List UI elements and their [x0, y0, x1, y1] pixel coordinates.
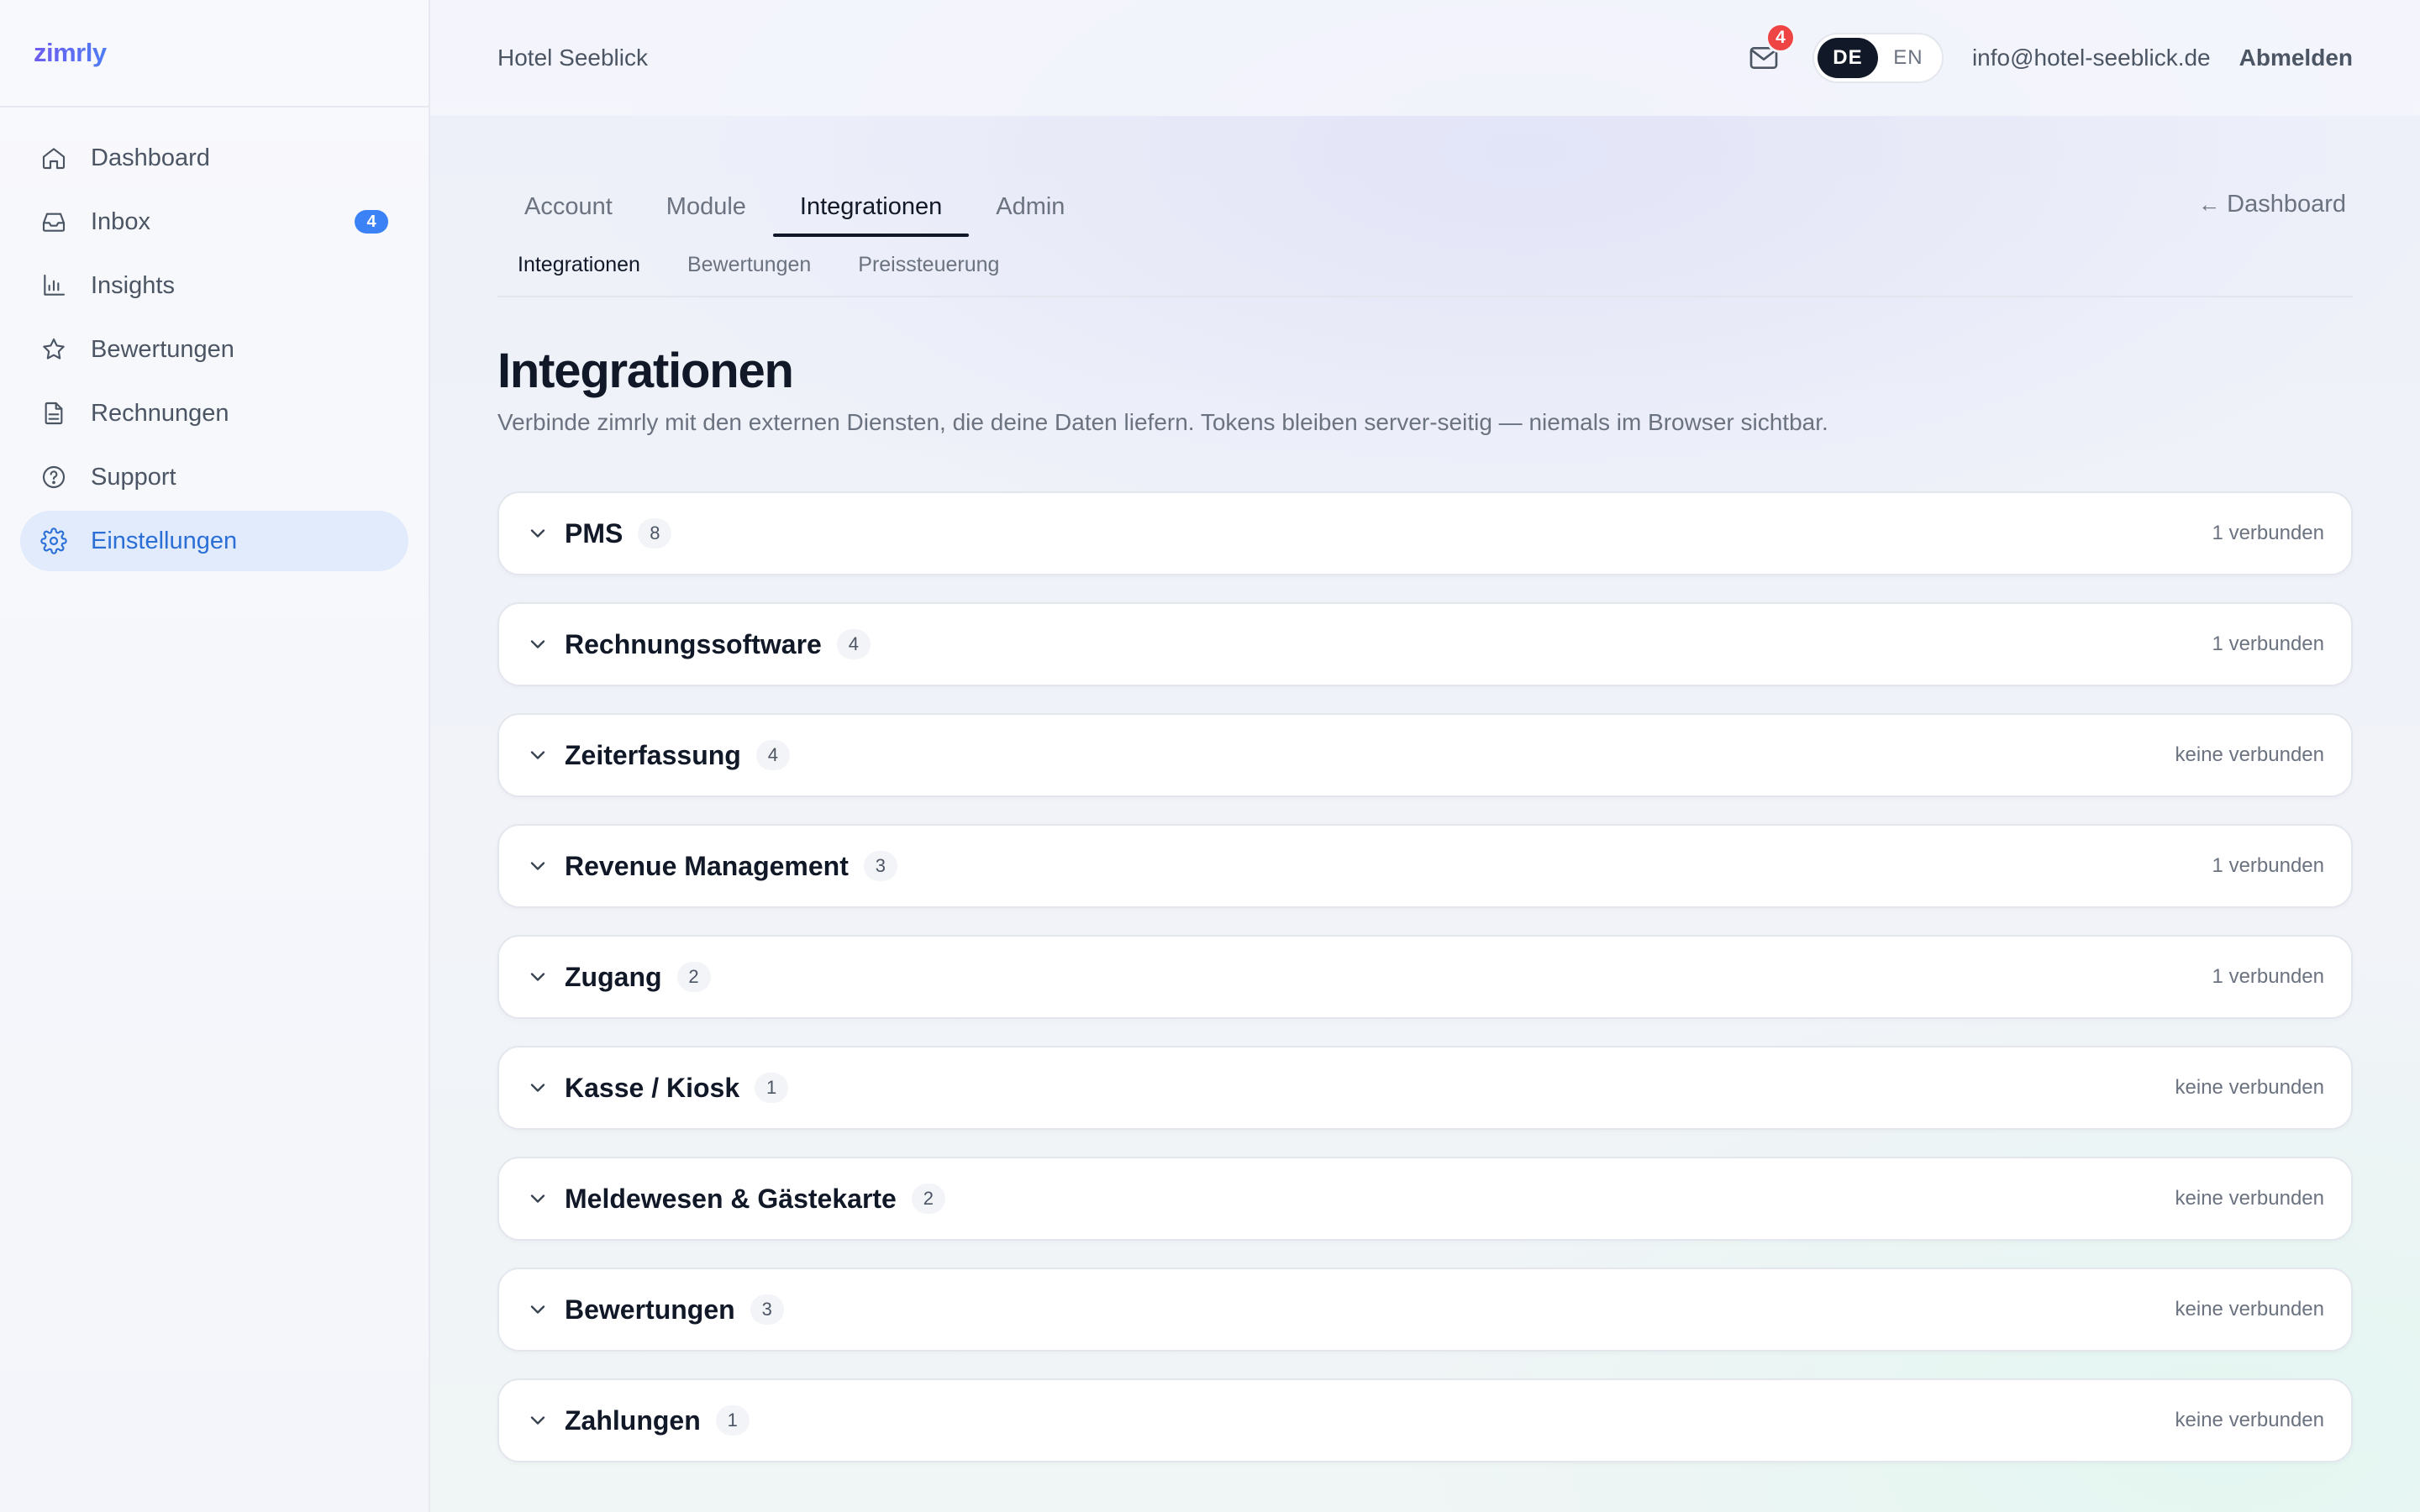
chevron-down-icon: [526, 1409, 550, 1432]
brand: zimrly: [0, 0, 429, 108]
settings-tabs: Account Module Integrationen Admin ← Das…: [497, 116, 2353, 237]
sidebar-item-label: Support: [91, 463, 176, 491]
group-name: Bewertungen: [565, 1294, 735, 1325]
integration-group-zahlungen[interactable]: Zahlungen 1 keine verbunden: [497, 1378, 2353, 1462]
integration-group-revenue-management[interactable]: Revenue Management 3 1 verbunden: [497, 824, 2353, 908]
logout-button[interactable]: Abmelden: [2239, 45, 2353, 71]
gear-icon: [40, 528, 67, 554]
sidebar-nav: Dashboard Inbox 4 Insights Bewertungen R…: [0, 108, 429, 595]
chevron-down-icon: [526, 633, 550, 656]
back-link-label: Dashboard: [2227, 191, 2346, 218]
group-name: Zugang: [565, 961, 662, 992]
sidebar-item-label: Rechnungen: [91, 399, 229, 427]
chevron-down-icon: [526, 1298, 550, 1321]
group-status: 1 verbunden: [2212, 633, 2324, 655]
group-count-badge: 1: [755, 1073, 789, 1103]
inbox-count-badge: 4: [355, 210, 388, 234]
group-status: keine verbunden: [2175, 1409, 2324, 1431]
arrow-left-icon: ←: [2198, 192, 2221, 217]
help-circle-icon: [40, 464, 67, 491]
group-name: Revenue Management: [565, 850, 849, 881]
tab-integrationen[interactable]: Integrationen: [772, 180, 970, 237]
main-area: Hotel Seeblick 4 DE EN info@hotel-seebli…: [430, 0, 2420, 1512]
subtab-bewertungen[interactable]: Bewertungen: [667, 241, 831, 288]
sidebar-item-einstellungen[interactable]: Einstellungen: [20, 511, 408, 571]
group-status: 1 verbunden: [2212, 965, 2324, 988]
app-root: zimrly Dashboard Inbox 4 Insights Bewert…: [0, 0, 2420, 1512]
notification-badge: 4: [1765, 23, 1796, 53]
document-icon: [40, 400, 67, 427]
subtab-preissteuerung[interactable]: Preissteuerung: [838, 241, 1019, 288]
bar-chart-icon: [40, 272, 67, 299]
integration-group-bewertungen[interactable]: Bewertungen 3 keine verbunden: [497, 1268, 2353, 1352]
sidebar-item-insights[interactable]: Insights: [20, 255, 408, 316]
hotel-name: Hotel Seeblick: [497, 45, 648, 71]
sidebar-item-label: Einstellungen: [91, 527, 238, 554]
group-status: keine verbunden: [2175, 1298, 2324, 1320]
group-status: 1 verbunden: [2212, 522, 2324, 544]
sidebar-item-bewertungen[interactable]: Bewertungen: [20, 319, 408, 380]
page-header: Integrationen Verbinde zimrly mit den ex…: [497, 297, 2353, 436]
brand-logo[interactable]: zimrly: [34, 38, 107, 68]
subtab-integrationen[interactable]: Integrationen: [497, 241, 660, 288]
page-title: Integrationen: [497, 344, 794, 398]
chevron-down-icon: [526, 965, 550, 989]
integration-groups: PMS 8 1 verbunden Rechnungssoftware 4 1 …: [497, 491, 2353, 1462]
integration-group-kasse-kiosk[interactable]: Kasse / Kiosk 1 keine verbunden: [497, 1046, 2353, 1130]
user-email: info@hotel-seeblick.de: [1971, 45, 2211, 71]
sidebar-item-inbox[interactable]: Inbox 4: [20, 192, 408, 252]
group-count-badge: 3: [750, 1294, 784, 1325]
sidebar-item-label: Inbox: [91, 207, 150, 235]
group-name: Rechnungssoftware: [565, 628, 822, 659]
group-count-badge: 1: [715, 1405, 750, 1436]
sidebar-item-dashboard[interactable]: Dashboard: [20, 128, 408, 188]
group-count-badge: 4: [755, 740, 790, 770]
chevron-down-icon: [526, 522, 550, 545]
integration-group-zeiterfassung[interactable]: Zeiterfassung 4 keine verbunden: [497, 713, 2353, 797]
subtabs: Integrationen Bewertungen Preissteuerung: [497, 234, 2353, 297]
language-option-en[interactable]: EN: [1878, 38, 1939, 78]
sidebar: zimrly Dashboard Inbox 4 Insights Bewert…: [0, 0, 430, 1512]
integration-group-meldewesen[interactable]: Meldewesen & Gästekarte 2 keine verbunde…: [497, 1157, 2353, 1241]
topbar: Hotel Seeblick 4 DE EN info@hotel-seebli…: [430, 0, 2420, 116]
integration-group-pms[interactable]: PMS 8 1 verbunden: [497, 491, 2353, 575]
group-count-badge: 2: [911, 1184, 945, 1214]
sidebar-item-support[interactable]: Support: [20, 447, 408, 507]
sidebar-item-label: Dashboard: [91, 144, 210, 171]
group-count-badge: 3: [863, 851, 897, 881]
group-count-badge: 8: [638, 518, 672, 549]
language-toggle: DE EN: [1812, 33, 1944, 83]
group-status: keine verbunden: [2175, 1187, 2324, 1210]
group-name: Zahlungen: [565, 1404, 701, 1436]
group-name: Kasse / Kiosk: [565, 1072, 740, 1103]
tab-module[interactable]: Module: [639, 180, 773, 234]
chevron-down-icon: [526, 1187, 550, 1210]
group-name: Zeiterfassung: [565, 739, 741, 770]
star-icon: [40, 336, 67, 363]
settings-content: Account Module Integrationen Admin ← Das…: [430, 116, 2420, 1462]
tab-admin[interactable]: Admin: [969, 180, 1092, 234]
integration-group-rechnungssoftware[interactable]: Rechnungssoftware 4 1 verbunden: [497, 602, 2353, 686]
group-status: keine verbunden: [2175, 1076, 2324, 1099]
page-subtitle: Verbinde zimrly mit den externen Dienste…: [497, 409, 1828, 435]
back-to-dashboard-link[interactable]: ← Dashboard: [2198, 191, 2346, 218]
chevron-down-icon: [526, 854, 550, 878]
chevron-down-icon: [526, 1076, 550, 1100]
language-option-de[interactable]: DE: [1817, 38, 1878, 78]
group-status: 1 verbunden: [2212, 854, 2324, 877]
home-icon: [40, 144, 67, 171]
sidebar-item-label: Bewertungen: [91, 335, 234, 363]
tab-account[interactable]: Account: [497, 180, 639, 234]
group-name: Meldewesen & Gästekarte: [565, 1183, 897, 1214]
group-name: PMS: [565, 517, 623, 549]
notifications-button[interactable]: 4: [1744, 23, 1796, 78]
group-count-badge: 4: [836, 629, 871, 659]
integration-group-zugang[interactable]: Zugang 2 1 verbunden: [497, 935, 2353, 1019]
sidebar-item-rechnungen[interactable]: Rechnungen: [20, 383, 408, 444]
group-count-badge: 2: [676, 962, 711, 992]
inbox-icon: [40, 208, 67, 235]
group-status: keine verbunden: [2175, 743, 2324, 766]
sidebar-item-label: Insights: [91, 271, 175, 299]
chevron-down-icon: [526, 743, 550, 767]
